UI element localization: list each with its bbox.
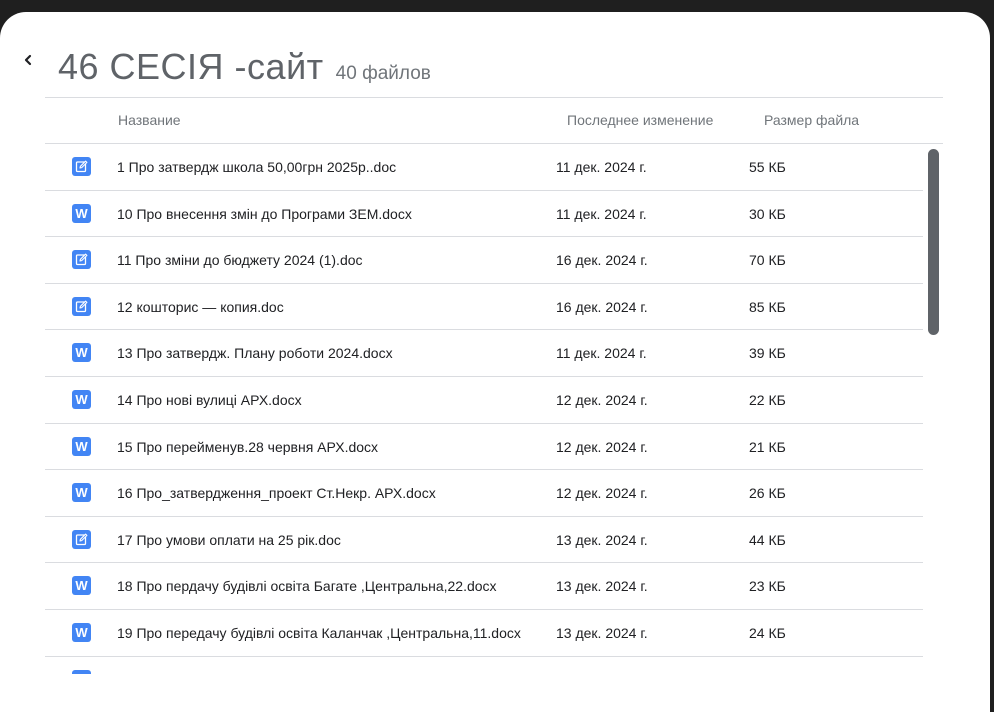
file-size: 22 КБ	[749, 391, 786, 408]
file-name: 1 Про затвердж школа 50,00грн 2025р..doc	[117, 159, 397, 175]
file-row[interactable]: W 15 Про перейменув.28 червня АРХ.docx 12 …	[45, 424, 923, 471]
file-modified-date: 16 дек. 2024 г.	[556, 298, 648, 315]
file-modified-date: 13 дек. 2024 г.	[556, 624, 648, 641]
column-header-modified[interactable]: Последнее изменение	[567, 112, 713, 128]
column-header-name[interactable]: Название	[118, 112, 181, 128]
file-row[interactable]: W 19 Про передачу будівлі освіта Каланчак…	[45, 610, 923, 657]
word-document-icon: W	[72, 389, 91, 409]
folder-title: 46 СЕСІЯ -сайт	[58, 46, 324, 87]
file-size: 30 КБ	[749, 205, 786, 222]
file-name: 10 Про внесення змін до Програми ЗЕМ.doc…	[117, 205, 412, 222]
edit-document-icon	[72, 529, 91, 549]
file-size: 39 КБ	[749, 345, 786, 362]
file-row[interactable]: 12 кошторис — копия.doc 16 дек. 2024 г. 85…	[45, 284, 923, 331]
file-list: 1 Про затвердж школа 50,00грн 2025р..doc…	[45, 144, 923, 674]
file-size: 44 КБ	[749, 531, 786, 548]
file-row-partial[interactable]: W	[45, 657, 923, 674]
file-name: 13 Про затвердж. Плану роботи 2024.docx	[117, 345, 393, 362]
file-size: 24 КБ	[749, 624, 786, 641]
edit-document-icon	[72, 296, 91, 316]
chevron-left-icon	[24, 54, 32, 66]
file-modified-date: 11 дек. 2024 г.	[556, 345, 647, 362]
file-list-panel: 46 СЕСІЯ -сайт 40 файлов Название Послед…	[0, 12, 990, 712]
file-count: 40 файлов	[335, 63, 431, 84]
edit-document-icon	[72, 250, 91, 270]
word-document-icon: W	[72, 483, 91, 503]
file-modified-date: 16 дек. 2024 г.	[556, 252, 648, 269]
file-modified-date: 12 дек. 2024 г.	[556, 438, 648, 455]
file-row[interactable]: W 14 Про нові вулиці АРХ.docx 12 дек. 2024…	[45, 377, 923, 424]
file-modified-date: 13 дек. 2024 г.	[556, 578, 648, 595]
file-name: 16 Про_затвердження_проект Ст.Некр. АРХ.…	[117, 485, 436, 502]
file-row[interactable]: W 13 Про затвердж. Плану роботи 2024.docx…	[45, 330, 923, 377]
file-row[interactable]: W 18 Про пердачу будівлі освіта Багате ,Ц…	[45, 563, 923, 610]
file-row[interactable]: W 16 Про_затвердження_проект Ст.Некр. АРХ…	[45, 470, 923, 517]
file-modified-date: 13 дек. 2024 г.	[556, 531, 648, 548]
file-size: 26 КБ	[749, 485, 786, 502]
file-name: 15 Про перейменув.28 червня АРХ.docx	[117, 438, 379, 455]
file-name: 12 кошторис — копия.doc	[117, 298, 284, 315]
file-row[interactable]: 11 Про зміни до бюджету 2024 (1).doc 16 д…	[45, 237, 923, 284]
word-document-icon: W	[72, 576, 91, 596]
file-modified-date: 12 дек. 2024 г.	[556, 485, 648, 502]
scrollbar-thumb[interactable]	[928, 149, 939, 335]
file-modified-date: 11 дек. 2024 г.	[556, 159, 647, 175]
file-modified-date: 11 дек. 2024 г.	[556, 205, 647, 222]
file-name: 18 Про пердачу будівлі освіта Багате ,Це…	[117, 578, 497, 595]
file-name: 19 Про передачу будівлі освіта Каланчак …	[117, 624, 521, 641]
column-header-size[interactable]: Размер файла	[764, 112, 859, 128]
folder-header: 46 СЕСІЯ -сайт 40 файлов	[58, 46, 431, 88]
word-document-icon: W	[72, 203, 91, 223]
file-row[interactable]: W 10 Про внесення змін до Програми ЗЕМ.do…	[45, 191, 923, 238]
back-button[interactable]	[18, 50, 38, 70]
file-size: 21 КБ	[749, 438, 786, 455]
file-size: 55 КБ	[749, 159, 786, 175]
file-size: 23 КБ	[749, 578, 786, 595]
file-modified-date: 12 дек. 2024 г.	[556, 391, 648, 408]
file-row[interactable]: 17 Про умови оплати на 25 рік.doc 13 дек.…	[45, 517, 923, 564]
file-row[interactable]: 1 Про затвердж школа 50,00грн 2025р..doc…	[45, 144, 923, 191]
file-size: 85 КБ	[749, 298, 786, 315]
edit-document-icon	[72, 157, 91, 176]
word-document-icon: W	[72, 436, 91, 456]
file-name: 14 Про нові вулиці АРХ.docx	[117, 391, 302, 408]
word-document-icon: W	[72, 669, 91, 674]
file-name: 11 Про зміни до бюджету 2024 (1).doc	[117, 252, 363, 269]
file-size: 70 КБ	[749, 252, 786, 269]
file-name: 17 Про умови оплати на 25 рік.doc	[117, 531, 341, 548]
word-document-icon: W	[72, 343, 91, 363]
column-headers: Название Последнее изменение Размер файл…	[45, 98, 943, 144]
word-document-icon: W	[72, 622, 91, 642]
